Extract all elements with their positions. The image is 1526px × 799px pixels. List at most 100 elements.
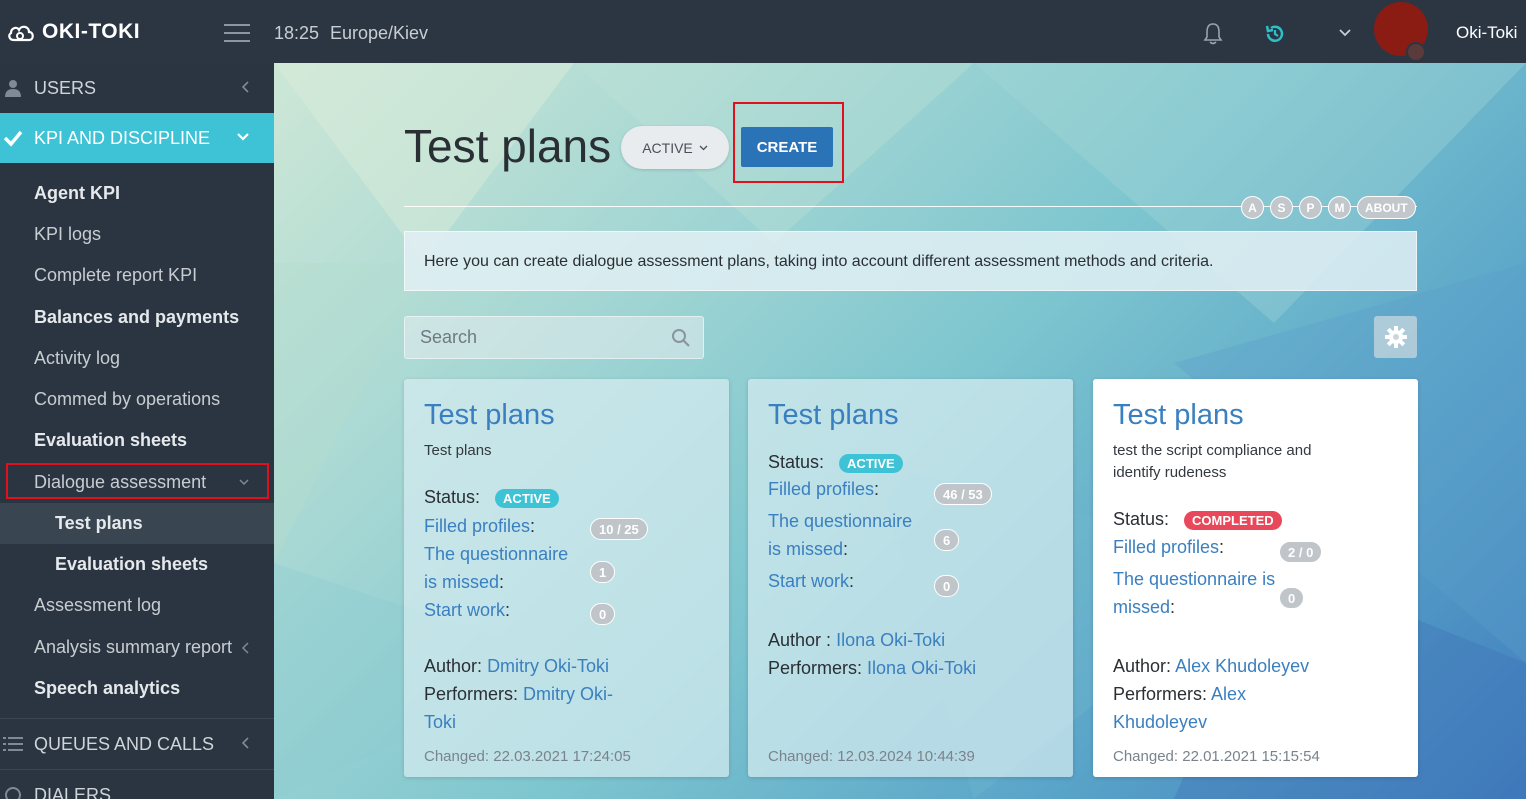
- author-label: Author:: [1113, 656, 1172, 676]
- clock-time: 18:25: [274, 23, 320, 43]
- start-count: 0: [934, 575, 960, 597]
- sidebar-item-evaluation-sheets[interactable]: Evaluation sheets: [0, 420, 274, 461]
- filled-profiles-row: Filled profiles:: [424, 516, 536, 536]
- filter-letters: A S P M ABOUT: [1241, 196, 1416, 219]
- sidebar-item-activity-log[interactable]: Activity log: [0, 338, 274, 379]
- sidebar-item-commed[interactable]: Commed by operations: [0, 379, 274, 420]
- clock-icon: [5, 787, 21, 799]
- sidebar-item-queues[interactable]: QUEUES AND CALLS: [0, 719, 274, 769]
- author-row: Author: Dmitry Oki-Toki: [424, 656, 609, 677]
- status-row: Status: COMPLETED: [1113, 509, 1282, 530]
- performer-link[interactable]: Dmitry Oki-: [523, 684, 613, 704]
- sidebar-item-dialers[interactable]: DIALERS: [0, 770, 274, 799]
- questionnaire-row: The questionnaire: [768, 511, 912, 532]
- author-link[interactable]: Alex Khudoleyev: [1175, 656, 1309, 676]
- status-row: Status: ACTIVE: [768, 452, 903, 473]
- author-label: Author:: [424, 656, 483, 676]
- status-label: Status:: [424, 487, 481, 507]
- filled-count: 46 / 53: [934, 483, 992, 505]
- questionnaire-row: The questionnaire is: [1113, 569, 1275, 590]
- highlight-outline: [6, 463, 269, 499]
- performer-link[interactable]: Ilona Oki-Toki: [867, 658, 976, 678]
- card-title[interactable]: Test plans: [424, 399, 709, 432]
- sidebar-item-label: USERS: [34, 77, 97, 98]
- status-filter-dropdown[interactable]: ACTIVE: [621, 126, 729, 169]
- chevron-left-icon: [241, 642, 249, 654]
- questionnaire-row: The questionnaire: [424, 544, 568, 565]
- main-content: Test plans ACTIVE CREATE A S P M ABOUT H…: [274, 63, 1526, 799]
- filter-letter-p[interactable]: P: [1299, 196, 1322, 219]
- filter-letter-s[interactable]: S: [1270, 196, 1293, 219]
- start-work-row: Start work:: [768, 571, 855, 591]
- performer-link-cont[interactable]: Khudoleyev: [1113, 712, 1207, 732]
- user-name[interactable]: Oki-Toki: [1456, 23, 1517, 43]
- filled-profiles-row: Filled profiles:: [768, 479, 880, 499]
- logo[interactable]: OKI-TOKI: [6, 20, 140, 44]
- start-work-link[interactable]: Start work: [424, 600, 505, 620]
- filled-count: 2 / 0: [1279, 541, 1323, 563]
- chevron-down-icon[interactable]: [1338, 26, 1352, 40]
- about-button[interactable]: ABOUT: [1357, 196, 1416, 219]
- questionnaire-link-line2[interactable]: is missed: [424, 572, 499, 592]
- sidebar-item-users[interactable]: USERS: [0, 63, 274, 113]
- status-label: Status:: [1113, 509, 1170, 529]
- filled-profiles-row: Filled profiles:: [1113, 537, 1225, 557]
- filter-letter-m[interactable]: M: [1328, 196, 1351, 219]
- performer-link[interactable]: Alex: [1211, 684, 1246, 704]
- performer-link-cont[interactable]: Toki: [424, 712, 456, 732]
- check-icon: [3, 130, 23, 147]
- questionnaire-link-line1[interactable]: The questionnaire: [424, 544, 568, 564]
- performers-label: Performers:: [424, 684, 519, 704]
- status-badge: ACTIVE: [495, 488, 559, 508]
- changed-timestamp: Changed: 12.03.2024 10:44:39: [768, 748, 975, 765]
- sidebar-item-speech-analytics[interactable]: Speech analytics: [0, 668, 274, 709]
- filled-profiles-link[interactable]: Filled profiles: [1113, 537, 1219, 557]
- questionnaire-link-line1[interactable]: The questionnaire is: [1113, 569, 1275, 589]
- changed-timestamp: Changed: 22.01.2021 15:15:54: [1113, 748, 1320, 765]
- sidebar-item-label: DIALERS: [34, 784, 112, 799]
- performers-row: Performers: Ilona Oki-Toki: [768, 658, 976, 679]
- sidebar-item-agent-kpi[interactable]: Agent KPI: [0, 173, 274, 214]
- performers-row: Performers: Alex: [1113, 684, 1246, 705]
- card-description-cont: identify rudeness: [1113, 464, 1227, 481]
- card-description: Test plans: [424, 442, 492, 459]
- filled-profiles-link[interactable]: Filled profiles: [424, 516, 530, 536]
- questionnaire-link-line1[interactable]: The questionnaire: [768, 511, 912, 531]
- sidebar-item-assessment-log[interactable]: Assessment log: [0, 585, 274, 626]
- settings-button[interactable]: [1374, 316, 1417, 358]
- author-row: Author: Alex Khudoleyev: [1113, 656, 1309, 677]
- sidebar-item-kpi-logs[interactable]: KPI logs: [0, 214, 274, 255]
- sidebar-item-balances[interactable]: Balances and payments: [0, 297, 274, 338]
- info-banner: Here you can create dialogue assessment …: [404, 231, 1417, 291]
- sidebar-item-label: Analysis summary report: [34, 637, 233, 657]
- sidebar-item-kpi[interactable]: KPI AND DISCIPLINE: [0, 113, 274, 163]
- author-link[interactable]: Dmitry Oki-Toki: [487, 656, 609, 676]
- sidebar-item-sub-evaluation-sheets[interactable]: Evaluation sheets: [0, 544, 274, 585]
- sidebar-item-analysis-report[interactable]: Analysis summary report: [0, 627, 274, 668]
- test-plan-card[interactable]: Test plans test the script compliance an…: [1093, 379, 1418, 777]
- filter-letter-a[interactable]: A: [1241, 196, 1264, 219]
- list-icon: [3, 737, 23, 751]
- sidebar-item-test-plans[interactable]: Test plans: [0, 503, 274, 544]
- test-plan-card[interactable]: Test plans Test plans Status: ACTIVE Fil…: [404, 379, 729, 777]
- card-title[interactable]: Test plans: [1113, 399, 1398, 432]
- search-icon[interactable]: [671, 328, 691, 348]
- bell-icon[interactable]: [1202, 22, 1224, 46]
- sidebar-item-complete-report[interactable]: Complete report KPI: [0, 255, 274, 296]
- missed-count: 0: [1279, 587, 1305, 609]
- author-label: Author :: [768, 630, 832, 650]
- author-link[interactable]: Ilona Oki-Toki: [836, 630, 945, 650]
- menu-toggle-icon[interactable]: [224, 24, 250, 42]
- status-badge: COMPLETED: [1184, 510, 1282, 530]
- search-input[interactable]: [405, 317, 703, 358]
- gear-icon: [1384, 326, 1407, 348]
- questionnaire-link-line2[interactable]: is missed: [768, 539, 843, 559]
- card-title[interactable]: Test plans: [768, 399, 1053, 432]
- start-work-link[interactable]: Start work: [768, 571, 849, 591]
- questionnaire-link-line2[interactable]: missed: [1113, 597, 1170, 617]
- test-plan-card[interactable]: Test plans Status: ACTIVE Filled profile…: [748, 379, 1073, 777]
- filled-profiles-link[interactable]: Filled profiles: [768, 479, 874, 499]
- chevron-left-icon: [241, 737, 249, 749]
- performers-row: Performers: Dmitry Oki-: [424, 684, 613, 705]
- history-icon[interactable]: [1263, 22, 1287, 46]
